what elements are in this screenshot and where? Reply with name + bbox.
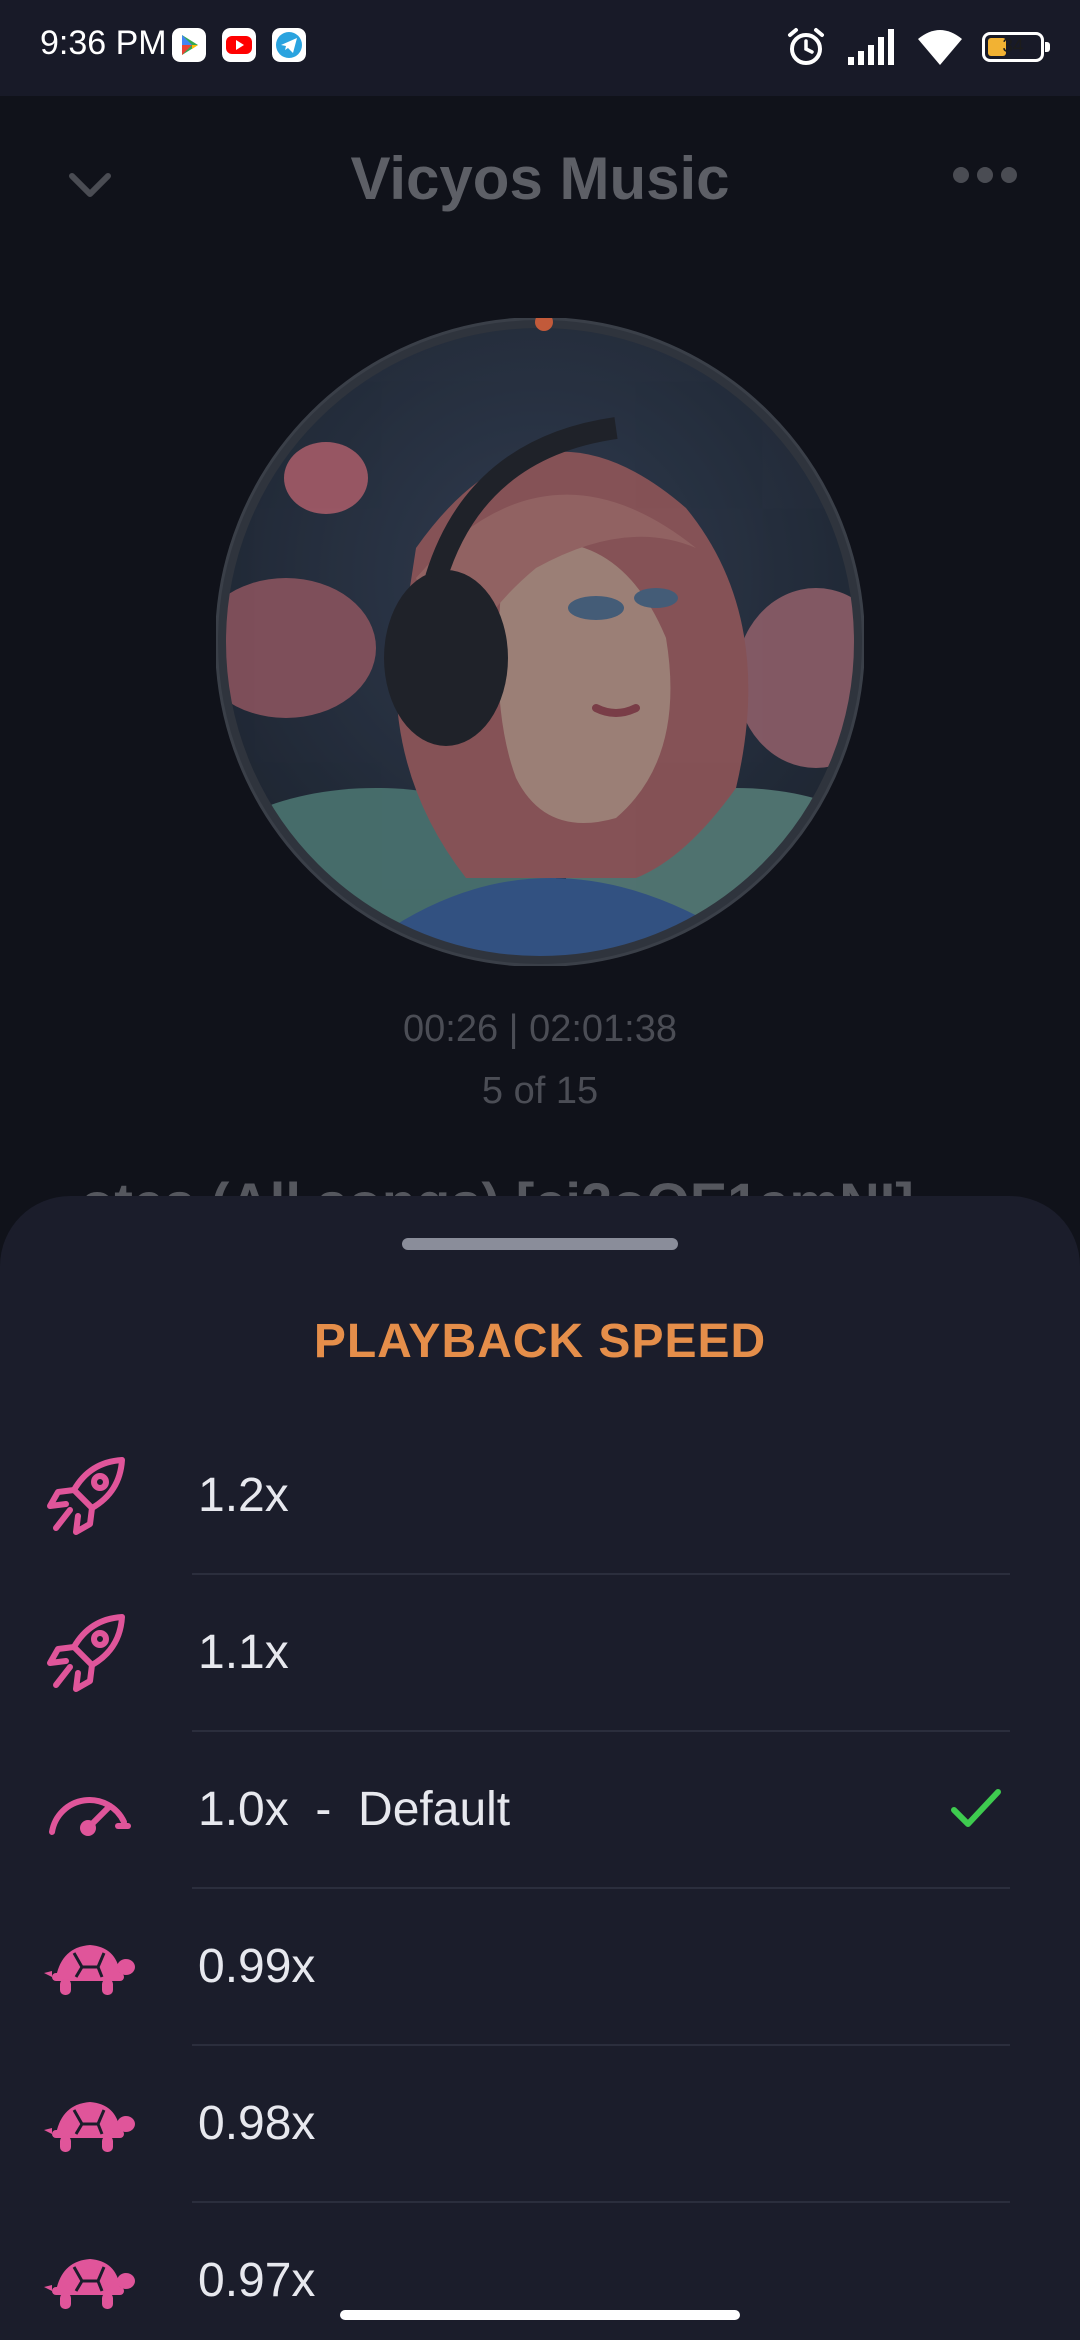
speed-option-label: 0.98x [198, 2097, 316, 2150]
speed-option-1-1x[interactable]: 1.1x [0, 1575, 1080, 1732]
speedometer-icon [49, 1797, 131, 1836]
battery-tip [1045, 42, 1050, 52]
playback-time: 00:26 | 02:01:38 [403, 1008, 677, 1050]
status-bar: 9:36 PM 34 [0, 0, 1080, 96]
speed-options-list: 1.2x 1.1x 1.0x - Default 0.99x 0.98x 0.9… [0, 1418, 1080, 2340]
playback-speed-sheet: PLAYBACK SPEED 1.2x 1.1x 1.0x - Default … [0, 1196, 1080, 2340]
turtle-icon [44, 2102, 135, 2152]
speed-option-label: 0.97x [198, 2254, 316, 2307]
speed-option-1-2x[interactable]: 1.2x [0, 1418, 1080, 1575]
speed-option-0-99x[interactable]: 0.99x [0, 1889, 1080, 2046]
album-art [216, 318, 864, 966]
more-options-icon[interactable] [952, 162, 1018, 188]
telegram-icon [272, 28, 306, 62]
selected-check-icon [951, 1789, 1001, 1827]
speed-option-label: 1.1x [198, 1626, 289, 1679]
wifi-icon [918, 30, 962, 65]
status-time: 9:36 PM [40, 24, 167, 62]
signal-icon [848, 29, 894, 65]
speed-option-label: 0.99x [198, 1940, 316, 1993]
battery-level: 34 [1002, 36, 1024, 57]
turtle-icon [44, 1945, 135, 1995]
track-position: 5 of 15 [481, 1070, 599, 1112]
google-play-icon [172, 28, 206, 62]
screen: 9:36 PM 34 Vicyos Music 00:26 | 02:01:38… [0, 0, 1080, 2340]
speed-option-1-0x-default[interactable]: 1.0x - Default [0, 1732, 1080, 1889]
speed-option-label: 1.2x [198, 1469, 289, 1522]
rocket-icon [47, 1457, 125, 1535]
alarm-icon [788, 28, 824, 65]
youtube-icon [222, 28, 256, 62]
home-indicator[interactable] [340, 2310, 740, 2320]
turtle-icon [44, 2259, 135, 2309]
app-title: Vicyos Music [350, 145, 730, 212]
speed-option-label: 1.0x - Default [198, 1783, 511, 1836]
battery-indicator: 34 [982, 32, 1050, 62]
rocket-icon [47, 1614, 125, 1692]
sheet-title: PLAYBACK SPEED [313, 1315, 767, 1368]
speed-option-0-98x[interactable]: 0.98x [0, 2046, 1080, 2203]
status-icons: 34 [784, 22, 1050, 72]
drag-handle[interactable] [402, 1238, 678, 1250]
